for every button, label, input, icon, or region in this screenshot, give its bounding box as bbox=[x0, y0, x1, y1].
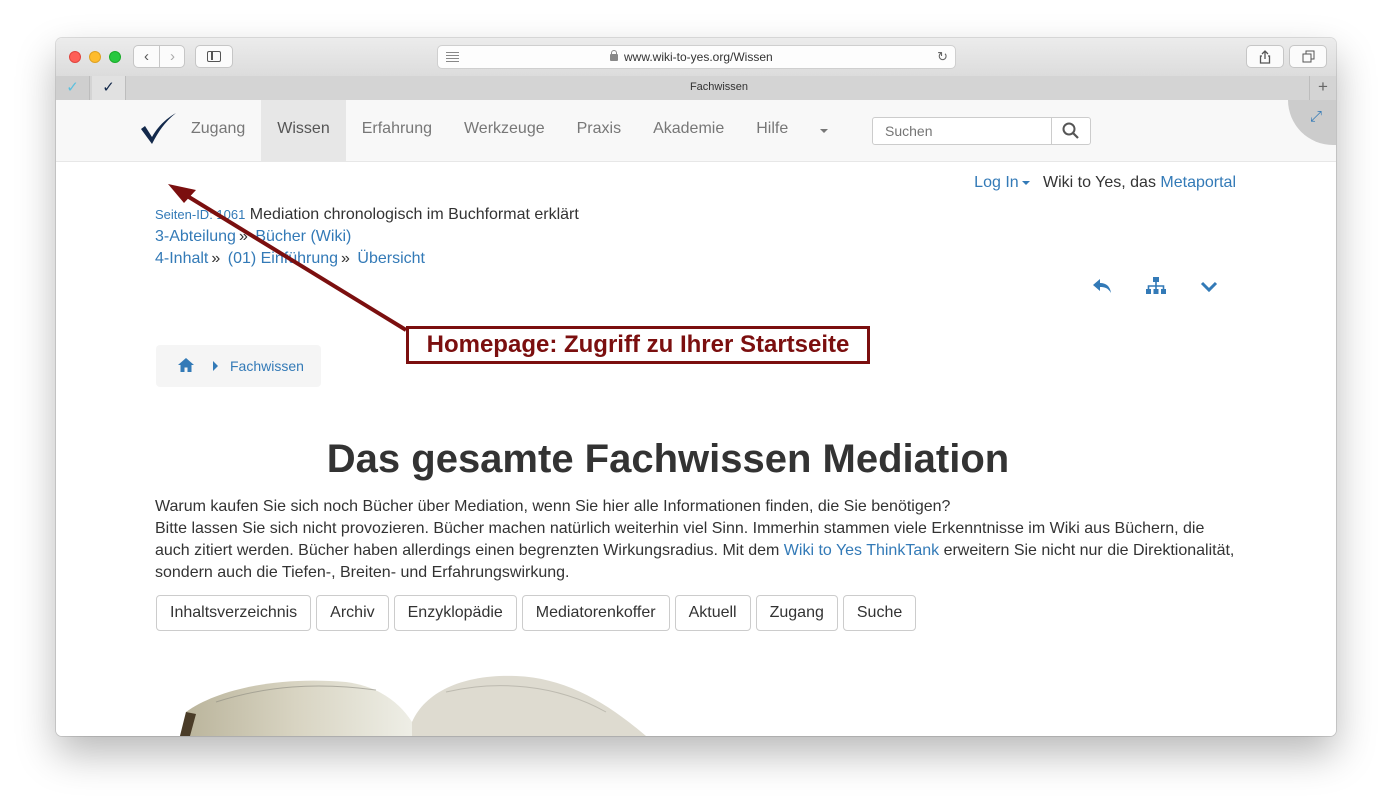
open-book-image bbox=[180, 675, 646, 736]
sidebar-icon bbox=[207, 51, 221, 62]
tabs-overview-button[interactable] bbox=[1289, 45, 1327, 68]
search-button[interactable] bbox=[1051, 117, 1091, 145]
nav-item-erfahrung[interactable]: Erfahrung bbox=[346, 100, 448, 161]
sidebar-toggle-button[interactable] bbox=[195, 45, 233, 68]
intro-text: Warum kaufen Sie sich noch Bücher über M… bbox=[155, 496, 1235, 584]
share-button[interactable] bbox=[1246, 45, 1284, 68]
user-links: Log In Wiki to Yes, das Metaportal bbox=[974, 174, 1236, 192]
metaportal-link[interactable]: Metaportal bbox=[1160, 174, 1236, 191]
login-link[interactable]: Log In bbox=[974, 174, 1030, 191]
suche-button[interactable]: Suche bbox=[842, 595, 917, 631]
lock-icon bbox=[610, 50, 618, 61]
page-meta-title: Mediation chronologisch im Buchformat er… bbox=[249, 206, 579, 223]
mediatorenkoffer-button[interactable]: Mediatorenkoffer bbox=[521, 595, 670, 631]
section-buttons: Inhaltsverzeichnis Archiv Enzyklopädie M… bbox=[156, 595, 917, 631]
back-button[interactable]: ‹ bbox=[134, 46, 160, 67]
nav-item-zugang[interactable]: Zugang bbox=[175, 100, 261, 161]
enzyklopaedie-button[interactable]: Enzyklopädie bbox=[393, 595, 517, 631]
annotation-arrow bbox=[168, 184, 408, 332]
reader-icon[interactable] bbox=[446, 52, 459, 62]
new-tab-button[interactable]: + bbox=[1309, 76, 1336, 100]
meta-link-inhalt[interactable]: 4-Inhalt bbox=[155, 250, 208, 267]
thinktank-link[interactable]: Wiki to Yes ThinkTank bbox=[784, 542, 939, 559]
zoom-window-button[interactable] bbox=[109, 51, 121, 63]
page-id: Seiten-ID: 1061 bbox=[155, 207, 246, 222]
tab-bar: ✓ ✓ Fachwissen + bbox=[56, 76, 1336, 101]
address-bar[interactable]: www.wiki-to-yes.org/Wissen ↻ bbox=[437, 45, 956, 69]
nav-item-akademie[interactable]: Akademie bbox=[637, 100, 740, 161]
meta-link-einfuehrung[interactable]: (01) Einführung bbox=[228, 250, 338, 267]
zugang-button[interactable]: Zugang bbox=[755, 595, 838, 631]
breadcrumb-separator-icon bbox=[213, 361, 218, 371]
tagline: Wiki to Yes, das bbox=[1043, 174, 1156, 191]
main-menu: Zugang Wissen Erfahrung Werkzeuge Praxis… bbox=[175, 100, 840, 161]
browser-window: ‹ › www.wiki-to-yes.org/Wissen ↻ ✓ ✓ Fac… bbox=[56, 38, 1336, 736]
homepage-callout: Homepage: Zugriff zu Ihrer Startseite bbox=[406, 326, 870, 364]
page-meta-row-2: 3-Abteilung» Bücher (Wiki) bbox=[155, 228, 352, 245]
page-heading: Das gesamte Fachwissen Mediation bbox=[326, 437, 1010, 481]
expand-icon: ⤢ bbox=[1310, 108, 1323, 125]
meta-link-abteilung[interactable]: 3-Abteilung bbox=[155, 228, 236, 245]
archiv-button[interactable]: Archiv bbox=[316, 595, 389, 631]
aktuell-button[interactable]: Aktuell bbox=[674, 595, 751, 631]
minimize-window-button[interactable] bbox=[89, 51, 101, 63]
meta-link-buecher[interactable]: Bücher (Wiki) bbox=[255, 228, 351, 245]
site-navbar: Zugang Wissen Erfahrung Werkzeuge Praxis… bbox=[56, 100, 1336, 162]
active-tab-title[interactable]: Fachwissen bbox=[56, 81, 1336, 93]
search-form bbox=[872, 117, 1091, 145]
intro-line-1: Warum kaufen Sie sich noch Bücher über M… bbox=[155, 498, 951, 515]
breadcrumb-current[interactable]: Fachwissen bbox=[230, 358, 304, 374]
wiki-to-yes-logo-icon[interactable] bbox=[139, 108, 179, 148]
page-meta-row-3: 4-Inhalt» (01) Einführung» Übersicht bbox=[155, 250, 425, 267]
login-caret-icon bbox=[1021, 180, 1030, 185]
title-bar: ‹ › www.wiki-to-yes.org/Wissen ↻ bbox=[56, 38, 1336, 77]
nav-item-wissen[interactable]: Wissen bbox=[261, 100, 346, 161]
nav-item-hilfe[interactable]: Hilfe bbox=[740, 100, 804, 161]
chevron-down-icon[interactable] bbox=[1199, 276, 1219, 302]
meta-link-uebersicht[interactable]: Übersicht bbox=[357, 250, 425, 267]
sitemap-icon[interactable] bbox=[1145, 276, 1167, 302]
search-input[interactable] bbox=[872, 117, 1052, 145]
home-icon[interactable] bbox=[177, 357, 195, 373]
tabs-icon bbox=[1302, 50, 1314, 63]
page-content: Zugang Wissen Erfahrung Werkzeuge Praxis… bbox=[56, 100, 1336, 736]
search-icon bbox=[1062, 122, 1079, 139]
reload-icon[interactable]: ↻ bbox=[937, 49, 948, 65]
share-icon bbox=[1259, 50, 1271, 64]
forward-button[interactable]: › bbox=[160, 46, 185, 67]
more-dropdown-caret-icon[interactable] bbox=[820, 129, 829, 133]
history-buttons: ‹ › bbox=[133, 45, 185, 68]
close-window-button[interactable] bbox=[69, 51, 81, 63]
reply-icon[interactable] bbox=[1091, 276, 1113, 302]
page-meta-row-1: Seiten-ID: 1061 Mediation chronologisch … bbox=[155, 206, 579, 224]
url-text: www.wiki-to-yes.org/Wissen bbox=[624, 50, 773, 64]
nav-item-praxis[interactable]: Praxis bbox=[561, 100, 637, 161]
nav-item-werkzeuge[interactable]: Werkzeuge bbox=[448, 100, 561, 161]
inhaltsverzeichnis-button[interactable]: Inhaltsverzeichnis bbox=[156, 595, 312, 631]
breadcrumb: Fachwissen bbox=[156, 345, 321, 387]
login-label: Log In bbox=[974, 174, 1019, 191]
